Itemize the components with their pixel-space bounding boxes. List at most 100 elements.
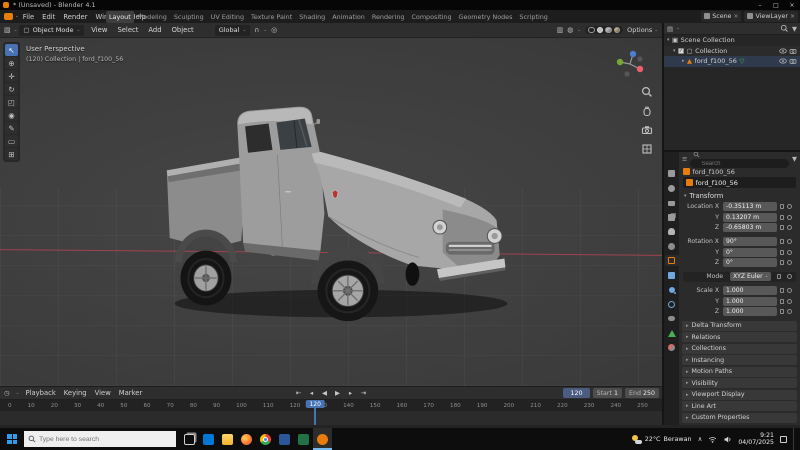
start-button[interactable] (0, 428, 24, 450)
mail-icon[interactable] (199, 428, 218, 450)
lock-icon[interactable] (780, 298, 784, 304)
workspace-tab[interactable]: Rendering (369, 11, 408, 23)
wireframe-shading-icon[interactable] (588, 26, 595, 34)
timeline-menu-item[interactable]: Keying (64, 389, 87, 397)
frame-end-field[interactable]: End 250 (625, 388, 659, 398)
filter-icon[interactable]: ▼ (792, 155, 797, 163)
collection-checkbox[interactable]: ✓ (678, 47, 685, 54)
output-tab[interactable] (665, 197, 679, 208)
show-desktop-button[interactable] (793, 428, 797, 450)
action-center-icon[interactable] (780, 435, 787, 443)
scale-tool[interactable]: ◰ (5, 96, 18, 108)
hide-eye-icon[interactable] (779, 47, 787, 55)
playhead[interactable]: 120 (305, 400, 325, 425)
move-tool[interactable]: ✛ (5, 70, 18, 82)
minimize-button[interactable]: – (752, 0, 768, 10)
world-tab[interactable] (665, 241, 679, 252)
play-reverse-button[interactable]: ◀ (319, 388, 331, 399)
next-keyframe-button[interactable]: ▸ (345, 388, 357, 399)
view-layer-selector[interactable]: ViewLayer × (744, 11, 798, 22)
number-field[interactable]: 0.13207 m ⌄ (723, 212, 777, 222)
filter-icon[interactable]: ▼ (792, 25, 797, 33)
properties-search-input[interactable] (690, 159, 789, 168)
workspace-tab[interactable]: Compositing (408, 11, 454, 23)
close-button[interactable]: × (784, 0, 800, 10)
animate-decorator-icon[interactable] (787, 214, 792, 220)
viewport-menu-item[interactable]: View (86, 26, 112, 34)
lock-icon[interactable] (777, 274, 782, 280)
workspace-tab[interactable]: Scripting (516, 11, 550, 23)
maximize-button[interactable]: □ (768, 0, 784, 10)
annotate-tool[interactable]: ✎ (5, 122, 18, 134)
material-tab[interactable] (665, 342, 679, 353)
chrome-icon[interactable] (256, 428, 275, 450)
wifi-icon[interactable] (708, 435, 717, 444)
render-camera-icon[interactable] (789, 57, 797, 65)
outliner-row-object[interactable]: ▸ ▲ ford_f100_56 ▽ (664, 56, 800, 67)
workspace-tab[interactable]: Layout (106, 10, 134, 23)
lock-icon[interactable] (780, 249, 784, 255)
current-frame-field[interactable]: 120 (563, 388, 590, 398)
transform-orientation-dropdown[interactable]: Global ⌄ (214, 24, 251, 36)
taskbar-clock[interactable]: 9:21 04/07/2025 (738, 432, 774, 447)
animate-decorator-icon[interactable] (787, 298, 792, 304)
number-field[interactable]: XYZ Euler ⌄ (730, 272, 772, 282)
timeline-track-area[interactable] (0, 411, 662, 426)
lock-icon[interactable] (780, 309, 784, 315)
number-field[interactable]: 1.000 ⌄ (723, 296, 777, 306)
properties-panel-header[interactable]: ▸ Relations (682, 332, 797, 342)
animate-decorator-icon[interactable] (787, 249, 792, 255)
properties-panel-header[interactable]: ▸ Delta Transform (682, 320, 797, 331)
viewport-menu-item[interactable]: Select (112, 26, 143, 34)
constraints-tab[interactable] (665, 313, 679, 324)
particles-tab[interactable] (665, 284, 679, 295)
volume-icon[interactable] (723, 435, 732, 444)
lock-icon[interactable] (780, 288, 784, 294)
mode-dropdown[interactable]: ▢ Object Mode ⌄ (19, 24, 85, 36)
transform-tool[interactable]: ◉ (5, 109, 18, 121)
play-button[interactable]: ▶ (332, 388, 344, 399)
physics-tab[interactable] (665, 299, 679, 310)
menubar-item[interactable]: File (19, 13, 38, 21)
taskbar-search-input[interactable] (39, 435, 167, 443)
frame-start-field[interactable]: Start 1 (592, 388, 622, 398)
disclosure-triangle-icon[interactable]: ▾ (667, 37, 670, 43)
workspace-tab[interactable]: UV Editing (208, 11, 247, 23)
number-field[interactable]: -0.65803 m ⌄ (723, 223, 777, 233)
add-cube-tool[interactable]: ⊞ (5, 148, 18, 160)
tool-tab[interactable] (665, 168, 679, 179)
object-tab[interactable] (664, 255, 679, 266)
scene-collection-label[interactable]: Scene Collection (681, 36, 735, 44)
timeline-ruler[interactable]: 0102030405060708090100110120130140150160… (0, 400, 662, 411)
breadcrumb-object-name[interactable]: ford_f100_56 (693, 168, 735, 176)
lock-icon[interactable] (780, 204, 784, 210)
object-name-field[interactable]: ford_f100_56 (683, 177, 796, 188)
lock-icon[interactable] (780, 225, 784, 231)
collection-label[interactable]: Collection (695, 47, 727, 55)
scene-tab[interactable] (665, 226, 679, 237)
scene-selector[interactable]: Scene × (701, 11, 742, 22)
disclosure-triangle-icon[interactable]: ▸ (682, 58, 685, 64)
number-field[interactable]: 1.000 ⌄ (723, 286, 777, 296)
file-explorer-icon[interactable] (218, 428, 237, 450)
animate-decorator-icon[interactable] (787, 225, 792, 231)
workspace-tab[interactable]: Geometry Nodes (456, 11, 516, 23)
blender-menu-icon[interactable] (4, 13, 13, 20)
overlays-toggle-icon[interactable]: ◍ (567, 26, 573, 34)
perspective-toggle-icon[interactable] (641, 143, 653, 155)
workspace-tab[interactable]: Shading (296, 11, 328, 23)
xray-toggle-icon[interactable]: ▥ (557, 26, 564, 34)
excel-icon[interactable] (294, 428, 313, 450)
measure-tool[interactable]: ▭ (5, 135, 18, 147)
timeline-menu-item[interactable]: Marker (119, 389, 143, 397)
prev-keyframe-button[interactable]: ◂ (306, 388, 318, 399)
animate-decorator-icon[interactable] (787, 274, 793, 280)
number-field[interactable]: -0.35113 m ⌄ (723, 202, 777, 212)
number-field[interactable]: 90° ⌄ (723, 237, 777, 247)
material-preview-icon[interactable] (605, 26, 612, 34)
unlink-scene-icon[interactable]: × (733, 13, 738, 20)
workspace-tab[interactable]: Sculpting (171, 11, 207, 23)
object-data-tab[interactable] (665, 328, 679, 339)
search-icon[interactable] (780, 24, 789, 33)
editor-type-icon[interactable]: ▧ (3, 26, 12, 34)
